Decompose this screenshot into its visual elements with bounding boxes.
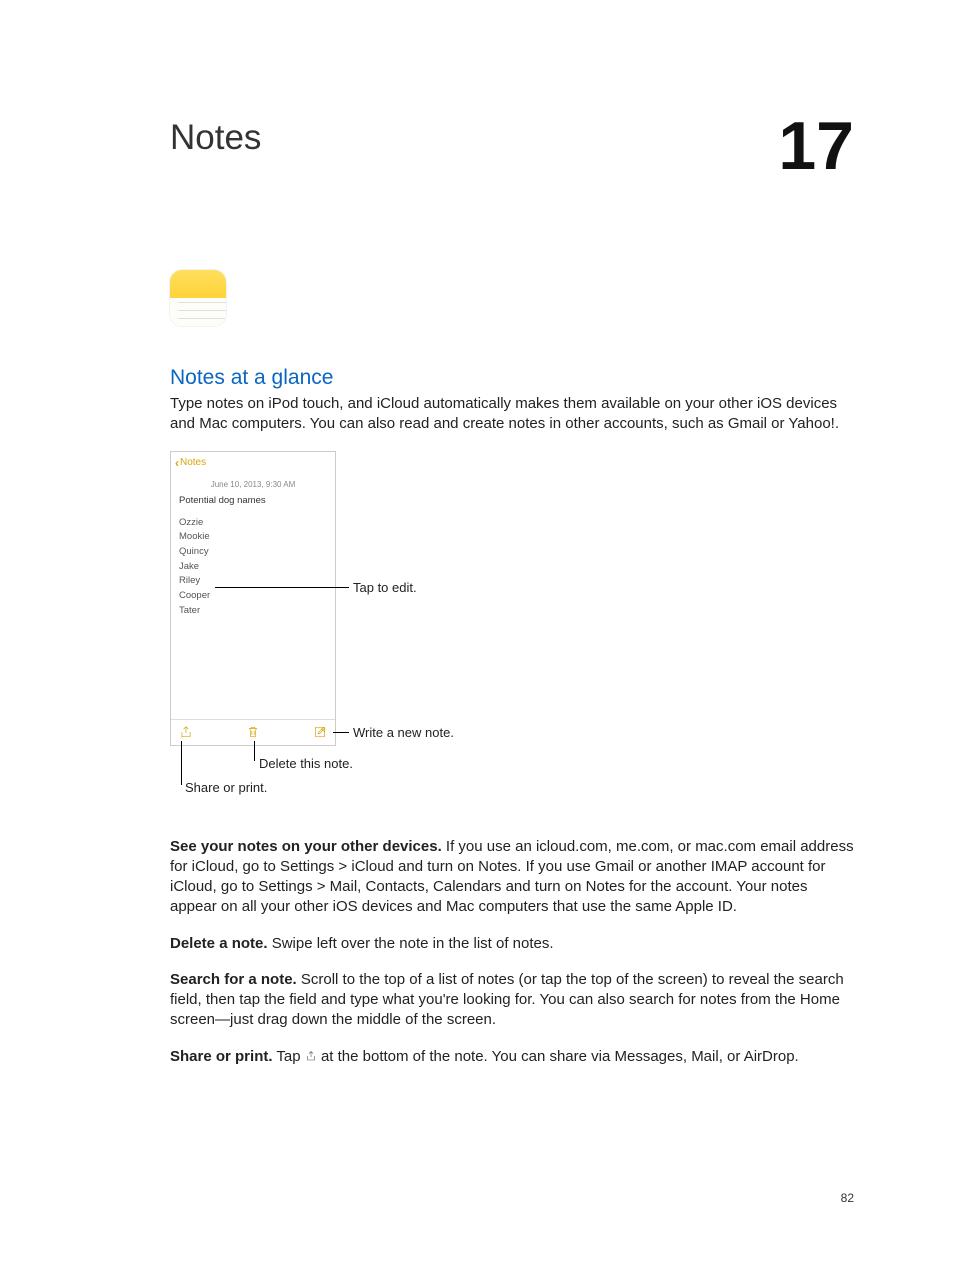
note-title[interactable]: Potential dog names	[171, 495, 335, 506]
notes-app-icon	[170, 270, 226, 326]
chevron-left-icon: ‹	[175, 456, 179, 470]
para-bold: See your notes on your other devices.	[170, 838, 442, 855]
compose-icon[interactable]	[313, 725, 327, 739]
nav-back-label: Notes	[180, 457, 206, 468]
phone-mockup: ‹ Notes June 10, 2013, 9:30 AM Potential…	[170, 451, 336, 746]
share-icon[interactable]	[179, 725, 193, 739]
note-date: June 10, 2013, 9:30 AM	[171, 474, 335, 495]
list-item: Jake	[179, 560, 327, 575]
list-item: Mookie	[179, 530, 327, 545]
para-bold: Search for a note.	[170, 971, 297, 988]
paragraph-delete: Delete a note. Swipe left over the note …	[170, 934, 854, 954]
section-intro: Type notes on iPod touch, and iCloud aut…	[170, 394, 854, 435]
paragraph-share: Share or print. Tap at the bottom of the…	[170, 1047, 854, 1067]
section-title: Notes at a glance	[170, 366, 854, 390]
para-bold: Share or print.	[170, 1048, 273, 1065]
note-body[interactable]: Ozzie Mookie Quincy Jake Riley Cooper Ta…	[171, 516, 335, 619]
paragraph-see-devices: See your notes on your other devices. If…	[170, 837, 854, 918]
chapter-number: 17	[778, 112, 854, 180]
notes-figure: ‹ Notes June 10, 2013, 9:30 AM Potential…	[170, 451, 854, 821]
callout-delete: Delete this note.	[259, 756, 353, 771]
share-icon	[305, 1049, 317, 1063]
trash-icon[interactable]	[246, 725, 260, 739]
list-item: Ozzie	[179, 516, 327, 531]
callout-share: Share or print.	[185, 780, 267, 795]
phone-nav-back[interactable]: ‹ Notes	[171, 452, 335, 474]
list-item: Quincy	[179, 545, 327, 560]
page-number: 82	[841, 1191, 854, 1205]
callout-new: Write a new note.	[353, 725, 454, 740]
list-item: Cooper	[179, 589, 327, 604]
list-item: Tater	[179, 604, 327, 619]
paragraph-search: Search for a note. Scroll to the top of …	[170, 970, 854, 1031]
chapter-title: Notes	[170, 120, 261, 155]
para-bold: Delete a note.	[170, 935, 268, 952]
callout-edit: Tap to edit.	[353, 580, 417, 595]
